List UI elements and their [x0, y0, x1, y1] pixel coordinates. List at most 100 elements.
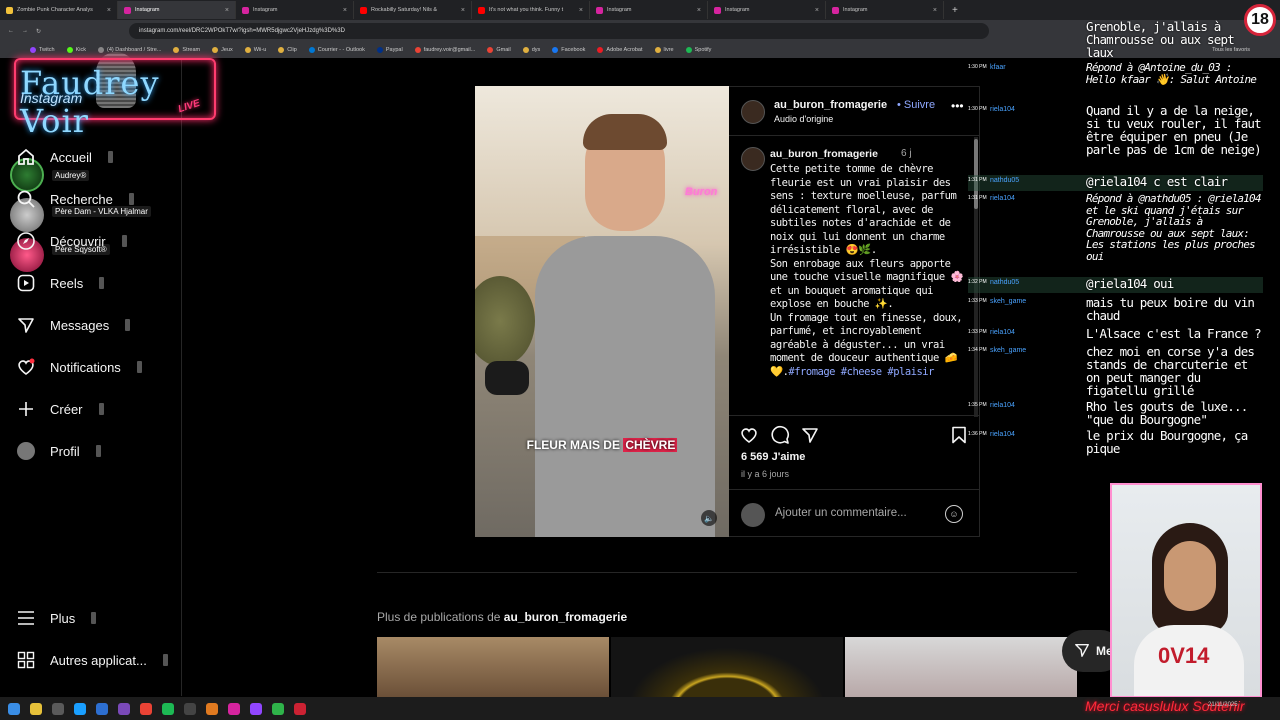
taskbar-app-icon[interactable]: [96, 702, 108, 715]
taskbar-app-icon[interactable]: [250, 702, 262, 715]
close-icon[interactable]: ×: [225, 7, 229, 14]
sidebar-item-search[interactable]: Recherche: [16, 187, 134, 211]
post-panel: au_buron_fromagerie • Suivre Audio d'ori…: [729, 86, 980, 537]
taskbar-app-icon[interactable]: [52, 702, 64, 715]
browser-tab[interactable]: Zombie Punk Character Analys ×: [0, 1, 118, 19]
chat-text: mais tu peux boire du vin chaud: [1086, 295, 1255, 323]
volume-icon[interactable]: 🔈: [701, 510, 717, 526]
sidebar-item-home[interactable]: Accueil: [16, 145, 113, 169]
sidebar-item-messages[interactable]: Messages: [16, 313, 131, 337]
browser-tab[interactable]: Instagram ×: [118, 1, 236, 19]
bookmark-icon: [685, 47, 692, 53]
bookmark-icon: [212, 47, 219, 53]
bookmark-icon[interactable]: [949, 425, 969, 445]
bookmark-item[interactable]: dys: [522, 47, 540, 53]
bookmark-item[interactable]: Wii-u: [244, 47, 266, 53]
bookmark-item[interactable]: Adobe Acrobat: [597, 47, 643, 53]
bookmark-icon: [487, 47, 494, 53]
follow-button[interactable]: • Suivre: [897, 99, 935, 111]
back-icon[interactable]: ←: [8, 28, 14, 34]
bookmark-item[interactable]: Clip: [278, 47, 297, 53]
taskbar-app-icon[interactable]: [206, 702, 218, 715]
post-thumbnail[interactable]: [377, 637, 609, 697]
caption-avatar[interactable]: [741, 147, 765, 171]
browser-tab[interactable]: Instagram ×: [708, 1, 826, 19]
bookmark-item[interactable]: Facebook: [552, 47, 585, 53]
bookmark-label: Twitch: [39, 47, 55, 53]
author-username[interactable]: au_buron_fromagerie: [774, 99, 887, 111]
bookmark-item[interactable]: livre: [654, 47, 674, 53]
post-thumbnail[interactable]: [611, 637, 843, 697]
video-subtitle: FLEUR MAIS DE CHÈVRE: [475, 438, 729, 452]
comment-input[interactable]: [775, 507, 935, 519]
taskbar-app-icon[interactable]: [118, 702, 130, 715]
browser-tab-bar: Zombie Punk Character Analys × Instagram × I…: [0, 0, 1280, 20]
like-icon[interactable]: [739, 425, 759, 445]
sidebar-item-other-apps[interactable]: Autres applicat...: [16, 648, 168, 672]
more-posts-prefix: Plus de publications de: [377, 610, 501, 624]
more-posts-user[interactable]: au_buron_fromagerie: [504, 610, 627, 624]
caption-username[interactable]: au_buron_fromagerie: [770, 148, 878, 160]
bookmark-item[interactable]: faudrey.voir@gmail...: [414, 47, 475, 53]
bookmark-item[interactable]: Kick: [66, 47, 86, 53]
url-field[interactable]: instagram.com/reel/DRC2WPOkT7w/?igsh=MWR…: [129, 23, 990, 39]
taskbar-app-icon[interactable]: [8, 702, 20, 715]
avatar: [16, 441, 36, 461]
chat-message: 1:30 PM kfaar Répond à @Antoine_du_03 : He…: [968, 62, 1268, 85]
taskbar-app-icon[interactable]: [30, 702, 42, 715]
emoji-icon[interactable]: ☺: [945, 505, 963, 523]
sidebar-item-profile[interactable]: Profil: [16, 439, 101, 463]
forward-icon[interactable]: →: [22, 28, 28, 34]
post-thumbnail[interactable]: [845, 637, 1077, 697]
sidebar-item-reels[interactable]: Reels: [16, 271, 105, 295]
reel-video[interactable]: Buron FLEUR MAIS DE CHÈVRE 🔈: [475, 86, 729, 537]
bookmark-icon: [552, 47, 559, 53]
close-icon[interactable]: ×: [107, 7, 111, 14]
taskbar-app-icon[interactable]: [294, 702, 306, 715]
taskbar-app-icon[interactable]: [184, 702, 196, 715]
taskbar-app-icon[interactable]: [272, 702, 284, 715]
new-tab-icon[interactable]: +: [952, 5, 958, 16]
close-icon[interactable]: ×: [461, 7, 465, 14]
sidebar-item-explore[interactable]: Découvrir: [16, 229, 127, 253]
bookmark-item[interactable]: Twitch: [30, 47, 55, 53]
sidebar-item-create[interactable]: Créer: [16, 397, 104, 421]
sidebar-item-more[interactable]: Plus: [16, 606, 97, 630]
taskbar-app-icon[interactable]: [74, 702, 86, 715]
close-icon[interactable]: ×: [579, 7, 583, 14]
chat-text: Répond à @Antoine_du_03 : Hello kfaar 👋:…: [1086, 61, 1257, 86]
bookmark-item[interactable]: Spotify: [685, 47, 711, 53]
reload-icon[interactable]: ↻: [36, 28, 41, 35]
caption-hashtags[interactable]: #fromage #cheese #plaisir: [788, 366, 934, 378]
bookmark-item[interactable]: Courrier - - Outlook: [308, 47, 365, 53]
bookmark-item[interactable]: Paypal: [376, 47, 403, 53]
close-icon[interactable]: ×: [933, 7, 937, 14]
bookmark-item[interactable]: Stream: [173, 47, 200, 53]
audio-label[interactable]: Audio d'origine: [774, 114, 833, 124]
bookmark-item[interactable]: Gmail: [487, 47, 511, 53]
person-hair-image: [583, 114, 667, 150]
bookmark-item[interactable]: Jeux: [212, 47, 233, 53]
close-icon[interactable]: ×: [697, 7, 701, 14]
browser-tab[interactable]: Instagram ×: [236, 1, 354, 19]
comment-icon[interactable]: [770, 425, 790, 445]
close-icon[interactable]: ×: [343, 7, 347, 14]
divider: [729, 489, 980, 490]
taskbar-app-icon[interactable]: [162, 702, 174, 715]
browser-tab[interactable]: Rockabilly Saturday! Nils & ×: [354, 1, 472, 19]
likes-count[interactable]: 6 569 J'aime: [741, 451, 805, 463]
chat-text: L'Alsace c'est la France ?: [1086, 326, 1262, 341]
tab-favicon-icon: [360, 6, 367, 14]
taskbar-app-icon[interactable]: [140, 702, 152, 715]
sidebar-item-notifications[interactable]: Notifications: [16, 355, 142, 379]
more-options-icon[interactable]: •••: [951, 99, 964, 113]
bookmark-item[interactable]: (4) Dashboard / Stre...: [97, 47, 161, 53]
browser-tab[interactable]: It's not what you think. Funny t ×: [472, 1, 590, 19]
bookmark-label: Clip: [287, 47, 297, 53]
share-icon[interactable]: [800, 425, 820, 445]
browser-tab[interactable]: Instagram ×: [826, 1, 944, 19]
close-icon[interactable]: ×: [815, 7, 819, 14]
browser-tab[interactable]: Instagram ×: [590, 1, 708, 19]
author-avatar[interactable]: [741, 100, 765, 124]
taskbar-app-icon[interactable]: [228, 702, 240, 715]
